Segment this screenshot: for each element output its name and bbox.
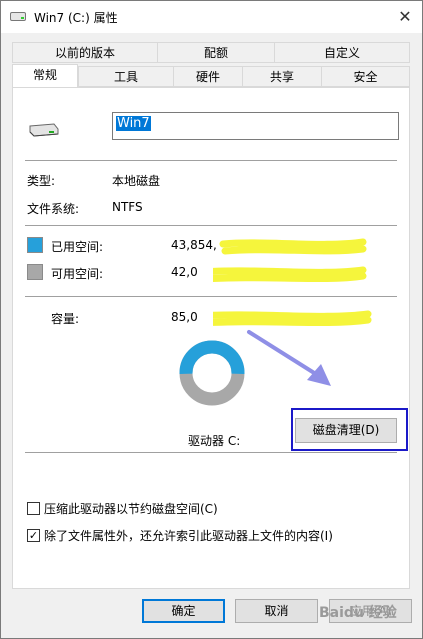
filesystem-label: 文件系统: xyxy=(27,202,80,216)
used-color-swatch xyxy=(27,237,43,253)
annotation-highlight-box xyxy=(291,408,408,451)
free-space-label: 可用空间: xyxy=(51,267,104,281)
free-space-value: 42,0 xyxy=(171,265,198,279)
index-checkbox[interactable]: ✓ xyxy=(27,529,40,542)
tab-strip: 以前的版本 配额 自定义 常规 工具 硬件 共享 安全 xyxy=(12,42,410,88)
annotation-arrow xyxy=(247,330,331,386)
separator xyxy=(25,160,397,161)
separator xyxy=(25,452,397,453)
free-color-swatch xyxy=(27,264,43,280)
window-title: Win7 (C:) 属性 xyxy=(34,11,118,25)
properties-window: Win7 (C:) 属性 ✕ 以前的版本 配额 自定义 常规 工具 硬件 共享 … xyxy=(0,0,423,639)
separator xyxy=(25,225,397,226)
compress-checkbox[interactable] xyxy=(27,502,40,515)
used-space-value: 43,854, xyxy=(171,238,217,252)
ok-button[interactable]: 确定 xyxy=(142,599,225,623)
capacity-value: 85,0 xyxy=(171,310,198,324)
index-label: 除了文件属性外，还允许索引此驱动器上文件的内容(I) xyxy=(44,529,333,543)
general-panel: Win7 类型: 本地磁盘 文件系统: NTFS 已用空间: 43,854, 可… xyxy=(12,87,410,589)
tab-hardware[interactable]: 硬件 xyxy=(173,66,243,87)
drive-icon xyxy=(10,12,26,21)
redaction-scribble xyxy=(213,238,372,327)
tab-general[interactable]: 常规 xyxy=(12,64,78,88)
cancel-button[interactable]: 取消 xyxy=(235,599,318,623)
tab-customize[interactable]: 自定义 xyxy=(274,42,410,63)
tab-security[interactable]: 安全 xyxy=(321,66,410,87)
close-button[interactable]: ✕ xyxy=(389,3,421,31)
type-label: 类型: xyxy=(27,174,56,188)
drive-letter-label: 驱动器 C: xyxy=(188,434,241,448)
tab-quota[interactable]: 配额 xyxy=(157,42,275,63)
title-bar: Win7 (C:) 属性 ✕ xyxy=(1,1,422,33)
drive-name-input[interactable]: Win7 xyxy=(112,112,399,140)
capacity-label: 容量: xyxy=(51,312,80,326)
used-space-label: 已用空间: xyxy=(51,240,104,254)
compress-label: 压缩此驱动器以节约磁盘空间(C) xyxy=(44,502,218,516)
filesystem-value: NTFS xyxy=(112,200,143,214)
tab-previous-versions[interactable]: 以前的版本 xyxy=(12,42,158,63)
used-space-arc xyxy=(179,340,245,375)
type-value: 本地磁盘 xyxy=(112,174,161,188)
tab-sharing[interactable]: 共享 xyxy=(242,66,322,87)
watermark: Baidu 经验 xyxy=(319,605,397,621)
tab-tools[interactable]: 工具 xyxy=(78,66,174,87)
check-icon: ✓ xyxy=(28,529,39,542)
usage-donut-chart xyxy=(179,340,245,406)
drive-name-value: Win7 xyxy=(116,116,151,131)
drive-icon xyxy=(29,123,59,137)
